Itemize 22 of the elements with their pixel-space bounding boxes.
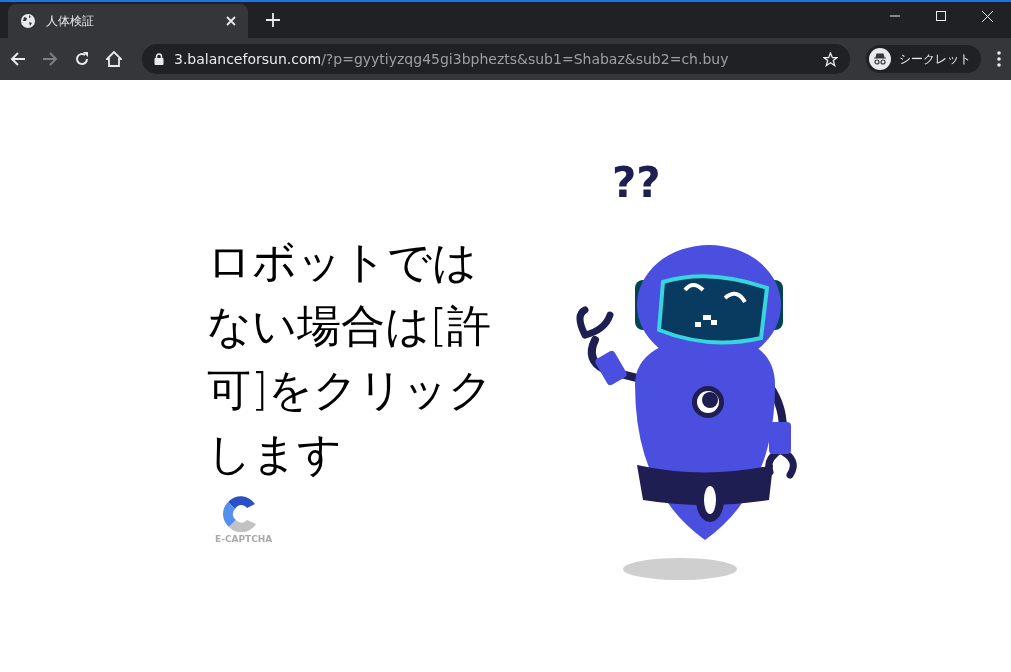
incognito-button[interactable]: シークレット	[866, 45, 981, 73]
reload-icon[interactable]	[74, 51, 90, 67]
back-icon[interactable]	[10, 51, 26, 67]
forward-icon[interactable]	[42, 51, 58, 67]
lock-icon	[154, 53, 164, 65]
logo-text: E-CAPTCHA	[215, 534, 273, 544]
close-tab-icon[interactable]	[226, 16, 236, 26]
incognito-icon	[869, 48, 891, 70]
new-tab-icon[interactable]	[266, 13, 280, 27]
home-icon[interactable]	[106, 51, 122, 67]
globe-icon	[20, 13, 36, 29]
star-icon[interactable]	[823, 51, 838, 67]
close-window-icon[interactable]	[982, 11, 993, 22]
browser-tab[interactable]: 人体検証	[8, 4, 248, 38]
menu-icon[interactable]	[997, 51, 1001, 67]
tab-title: 人体検証	[46, 12, 95, 30]
captcha-logo-icon	[223, 496, 259, 532]
url-text: 3.balanceforsun.com/?p=gyytiyzqg45gi3bphezts&sub1=Shabaz&sub2=ch.buy	[174, 51, 729, 67]
address-bar[interactable]: 3.balanceforsun.com/?p=gyytiyzqg45gi3bphezts&sub1=Shabaz&sub2=ch.buy	[142, 44, 850, 74]
instruction-text: ロボットではない場合は[許可]をクリックします	[207, 235, 495, 481]
question-marks: ??	[612, 158, 661, 207]
maximize-icon[interactable]	[936, 11, 946, 21]
